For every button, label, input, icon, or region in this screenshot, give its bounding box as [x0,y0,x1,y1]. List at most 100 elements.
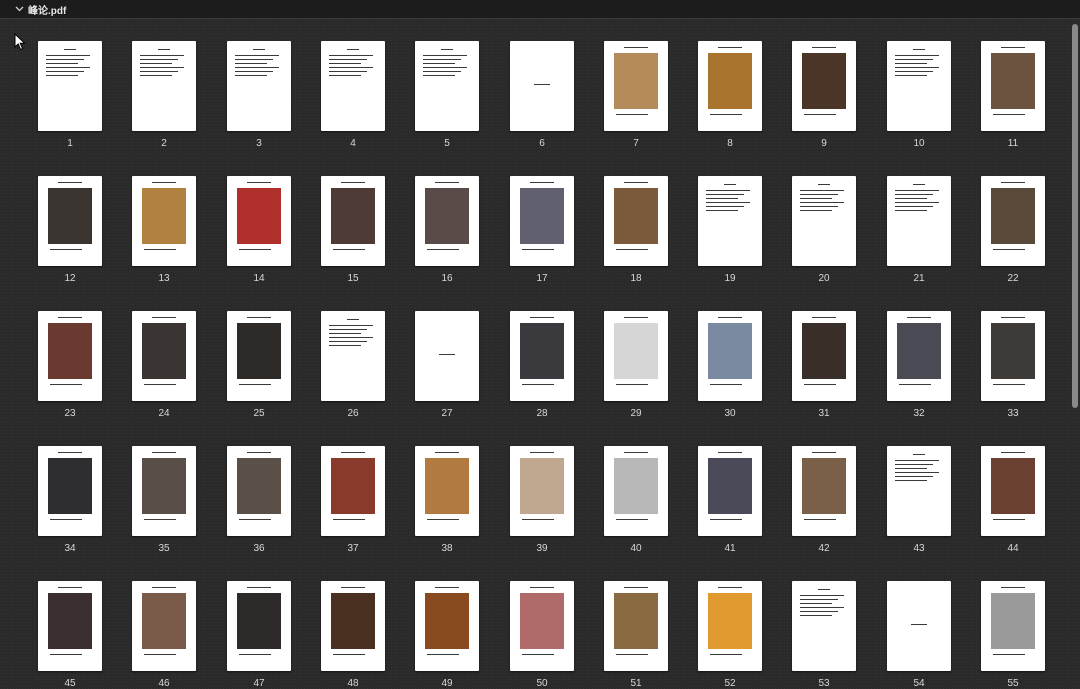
page-thumbnail[interactable] [510,446,574,536]
text-line [144,384,176,385]
page-thumbnail[interactable] [321,446,385,536]
page-thumbnail[interactable] [227,581,291,671]
text-line [993,114,1025,115]
page-thumbnail[interactable] [792,311,856,401]
page-photo [425,593,469,649]
page-photo [142,188,186,244]
page-thumbnail[interactable] [510,311,574,401]
text-line [706,190,750,191]
page-thumbnail[interactable] [132,41,196,131]
text-line [616,654,648,655]
page-thumbnail[interactable] [132,446,196,536]
page-thumbnail[interactable] [415,446,479,536]
page-thumbnail[interactable] [321,311,385,401]
page-thumbnail[interactable] [887,581,951,671]
text-line [718,587,742,588]
page-thumbnail[interactable] [227,446,291,536]
page-thumbnail[interactable] [698,41,762,131]
page-thumbnail[interactable] [510,176,574,266]
text-line [818,589,830,590]
text-line [140,55,184,56]
page-thumbnail[interactable] [887,311,951,401]
scrollbar-thumb[interactable] [1072,24,1078,408]
page-thumbnail[interactable] [698,176,762,266]
collapse-button[interactable] [13,3,25,15]
page-thumbnail[interactable] [132,581,196,671]
text-line [993,654,1025,655]
page-thumbnail[interactable] [981,581,1045,671]
page-thumbnail[interactable] [887,41,951,131]
page-photo [142,593,186,649]
page-thumbnail[interactable] [38,41,102,131]
text-line [235,63,267,64]
page-thumbnail[interactable] [792,581,856,671]
text-line [624,182,648,183]
page-thumbnail[interactable] [698,311,762,401]
page-thumbnail[interactable] [321,41,385,131]
page-thumbnail[interactable] [792,176,856,266]
text-line [423,63,455,64]
text-line [58,452,82,453]
text-line [1001,47,1025,48]
vertical-scrollbar[interactable] [1072,24,1078,670]
text-line [441,49,453,50]
page-thumbnail[interactable] [604,446,668,536]
page-thumbnail[interactable] [604,581,668,671]
page-thumbnail[interactable] [38,311,102,401]
page-number-label: 42 [818,543,830,554]
text-line [144,519,176,520]
page-thumbnail[interactable] [887,176,951,266]
page-thumbnail[interactable] [792,446,856,536]
text-line [329,341,367,342]
page-thumbnail[interactable] [981,446,1045,536]
page-thumbnail[interactable] [38,446,102,536]
text-line [329,75,361,76]
text-line [800,210,832,211]
page-thumbnail[interactable] [415,41,479,131]
page-number-label: 16 [441,273,453,284]
page-thumbnail[interactable] [981,41,1045,131]
page-thumbnail[interactable] [981,176,1045,266]
page-number-label: 7 [633,138,639,149]
page-photo [520,188,564,244]
text-line [423,75,455,76]
page-thumbnail[interactable] [415,581,479,671]
page-number-label: 22 [1007,273,1019,284]
page-thumbnail[interactable] [227,311,291,401]
page-thumbnail[interactable] [792,41,856,131]
page-thumbnail[interactable] [227,41,291,131]
page-thumbnail[interactable] [604,176,668,266]
page-thumbnail[interactable] [415,176,479,266]
text-line [329,63,361,64]
page-photo [991,458,1035,514]
page-number-label: 9 [821,138,827,149]
page-thumbnail[interactable] [604,41,668,131]
page-thumbnail[interactable] [604,311,668,401]
page-photo [425,458,469,514]
page-thumbnail[interactable] [38,581,102,671]
page-thumbnail[interactable] [227,176,291,266]
text-line [800,194,838,195]
text-line [50,384,82,385]
page-thumbnail[interactable] [321,176,385,266]
page-thumbnail[interactable] [698,446,762,536]
page-photo [991,53,1035,109]
page-thumbnail[interactable] [698,581,762,671]
text-line [247,452,271,453]
text-line [706,194,744,195]
page-number-label: 41 [724,543,736,554]
page-thumbnail[interactable] [510,581,574,671]
page-thumbnail[interactable] [510,41,574,131]
page-thumbnail[interactable] [38,176,102,266]
page-thumbnail[interactable] [132,311,196,401]
page-thumbnail[interactable] [415,311,479,401]
page-photo [708,323,752,379]
text-line [239,519,271,520]
page-thumbnail[interactable] [132,176,196,266]
page-number-label: 4 [350,138,356,149]
page-thumbnail[interactable] [981,311,1045,401]
page-thumbnail[interactable] [321,581,385,671]
page-thumbnail[interactable] [887,446,951,536]
page-photo [991,188,1035,244]
page-number-label: 6 [539,138,545,149]
